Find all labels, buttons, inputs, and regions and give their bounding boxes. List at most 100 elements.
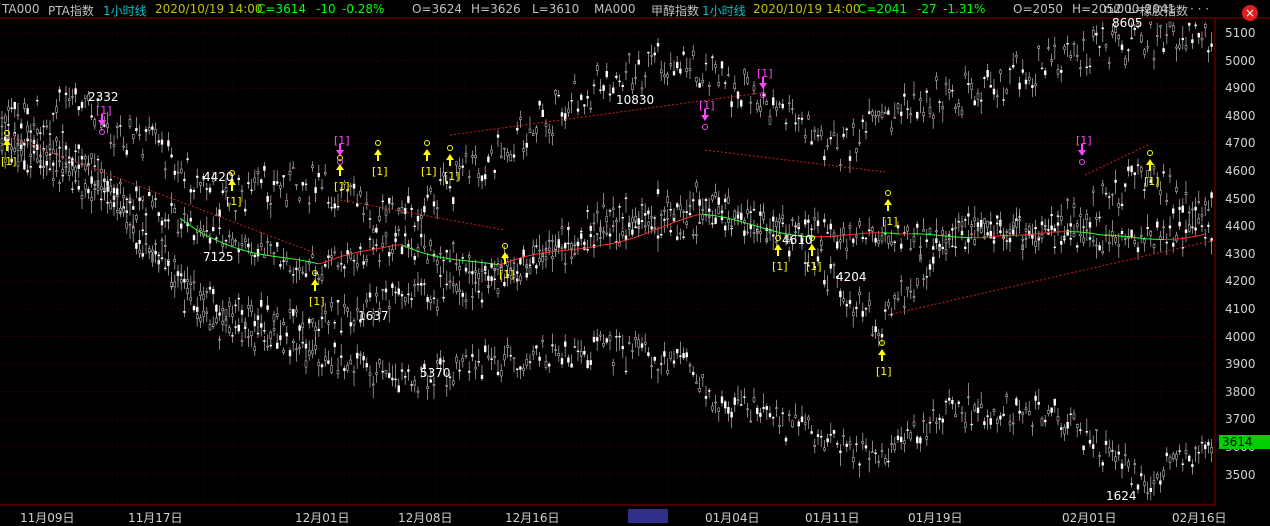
info-period2: 1小时线	[702, 2, 746, 18]
candle-body	[123, 146, 125, 147]
candle-body	[1086, 67, 1088, 68]
candle-body	[1012, 65, 1014, 67]
candle-body	[859, 464, 861, 466]
candle-body	[951, 400, 953, 403]
trend-line	[340, 200, 505, 230]
candle-body	[254, 255, 256, 257]
close-icon[interactable]: ×	[1242, 5, 1258, 21]
candle-body	[673, 214, 675, 218]
candle-body	[1185, 46, 1187, 49]
candle-body	[20, 124, 22, 128]
candle-body	[580, 351, 582, 356]
candle-body	[1147, 493, 1149, 494]
candle-body	[1147, 47, 1149, 48]
info-more: · · ·	[1190, 2, 1209, 16]
price-tick: 4400	[1225, 219, 1256, 233]
candle-body	[603, 85, 605, 90]
candle-body	[631, 84, 633, 90]
candle-body	[977, 93, 979, 99]
candle-body	[1099, 217, 1101, 218]
candle-body	[295, 268, 297, 270]
candle-body	[967, 397, 969, 398]
candle-body	[551, 134, 553, 136]
candle-body	[836, 148, 838, 149]
candle-body	[244, 239, 246, 242]
candle-body	[228, 236, 230, 237]
candle-body	[689, 365, 691, 366]
candle-body	[462, 257, 464, 258]
candle-body	[667, 74, 669, 77]
candle-body	[372, 384, 374, 385]
candle-body	[935, 422, 937, 423]
candle-body	[174, 208, 176, 213]
candle-body	[609, 234, 611, 236]
moving-average-segment	[558, 251, 564, 252]
candle-body	[1073, 204, 1075, 208]
candle-body	[414, 256, 416, 260]
candle-body	[1083, 227, 1085, 228]
candle-body	[619, 243, 621, 246]
time-scroll-thumb[interactable]	[628, 509, 668, 523]
candle-body	[302, 323, 304, 328]
candle-body	[977, 408, 979, 413]
candle-body	[910, 291, 912, 292]
price-tick: 4800	[1225, 109, 1256, 123]
candle-body	[843, 436, 845, 437]
candle-body	[1143, 50, 1145, 55]
candle-body	[1182, 38, 1184, 40]
candle-body	[75, 167, 77, 172]
candle-body	[449, 186, 451, 188]
moving-average-segment	[894, 233, 900, 234]
signal-label: [1]	[757, 67, 773, 80]
candle-body	[913, 297, 915, 298]
candle-body	[395, 239, 397, 242]
candle-body	[615, 221, 617, 222]
candle-body	[535, 346, 537, 348]
candle-body	[635, 227, 637, 228]
candle-body	[718, 207, 720, 214]
moving-average-segment	[288, 258, 294, 259]
signal-label: [1]	[1144, 175, 1160, 188]
candle-body	[462, 166, 464, 168]
candle-body	[980, 405, 982, 408]
candle-body	[337, 265, 339, 266]
candle-body	[660, 214, 662, 215]
candle-body	[59, 182, 61, 183]
candlestick-chart-canvas[interactable]: [1][1][1][1][1][1][1][1][1][1][1][1][1][…	[0, 0, 1270, 523]
candle-body	[1201, 226, 1203, 227]
candle-body	[398, 229, 400, 230]
candle-body	[295, 185, 297, 186]
candle-body	[1057, 70, 1059, 74]
candle-body	[689, 69, 691, 71]
candle-body	[619, 206, 621, 207]
candle-body	[679, 205, 681, 210]
candle-body	[516, 369, 518, 370]
candle-body	[1166, 453, 1168, 456]
candle-body	[894, 295, 896, 298]
candle-body	[1044, 420, 1046, 422]
candle-body	[663, 210, 665, 211]
info-chg2: -27	[917, 2, 937, 16]
candle-body	[881, 451, 883, 452]
candle-body	[1, 126, 3, 127]
moving-average-segment	[1032, 234, 1038, 235]
candle-body	[804, 220, 806, 224]
candle-body	[151, 250, 153, 252]
candle-body	[769, 117, 771, 125]
candle-body	[391, 249, 393, 253]
candle-body	[603, 343, 605, 346]
candle-body	[702, 375, 704, 378]
candle-body	[308, 351, 310, 355]
candle-body	[148, 192, 150, 196]
candle-body	[993, 89, 995, 94]
trend-line	[888, 240, 1215, 315]
candle-body	[980, 100, 982, 101]
candle-body	[340, 263, 342, 264]
candle-body	[302, 182, 304, 185]
candle-body	[167, 261, 169, 266]
candle-body	[590, 360, 592, 364]
candle-body	[260, 324, 262, 328]
candle-body	[1191, 227, 1193, 228]
candle-body	[39, 133, 41, 134]
candle-body	[279, 264, 281, 266]
